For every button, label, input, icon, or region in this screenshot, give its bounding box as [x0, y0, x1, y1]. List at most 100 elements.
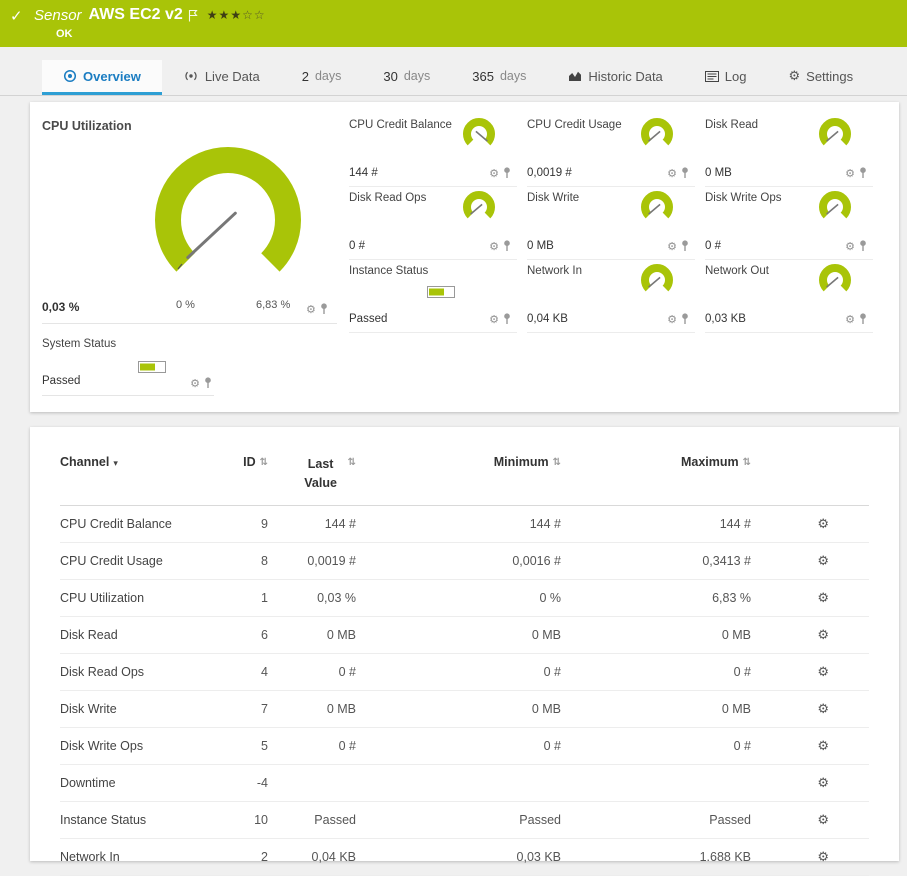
pin-icon[interactable]	[859, 167, 867, 179]
tab-365-days-number: 365	[472, 68, 494, 84]
stars-filled[interactable]: ★★★	[207, 8, 242, 22]
mini-gauge	[819, 264, 851, 292]
pin-icon[interactable]	[320, 303, 328, 315]
minimum-header-label: Minimum	[493, 455, 549, 469]
id-header-label: ID	[243, 455, 256, 469]
stars-empty[interactable]: ☆☆	[242, 8, 266, 22]
tab-30-days[interactable]: 30 days	[362, 60, 451, 95]
gear-icon[interactable]: ⚙	[845, 168, 855, 179]
channel-table-card: Channel ▾ ID ⇅ Last Value ⇅ Minimum ⇅ Ma…	[30, 427, 899, 876]
channel-settings-button[interactable]: ⚙	[817, 702, 829, 717]
gauge-visual	[813, 115, 857, 158]
minimum-cell: 144 #	[529, 516, 561, 531]
gear-icon[interactable]: ⚙	[667, 241, 677, 252]
gear-icon[interactable]: ⚙	[306, 304, 316, 315]
tab-365-days[interactable]: 365 days	[451, 60, 547, 95]
column-header-minimum[interactable]: Minimum ⇅	[356, 455, 561, 469]
id-cell: 7	[261, 701, 268, 716]
gear-icon[interactable]: ⚙	[845, 241, 855, 252]
gauge-tile: CPU Credit Usage 0,0019 # ⚙	[527, 114, 695, 187]
tab-2-days[interactable]: 2 days	[281, 60, 363, 95]
channel-cell: CPU Credit Usage	[60, 553, 163, 568]
sort-icon[interactable]: ⇅	[260, 457, 268, 468]
pin-icon[interactable]	[681, 313, 689, 325]
column-header-channel[interactable]: Channel ▾	[60, 455, 220, 469]
pin-icon[interactable]	[859, 313, 867, 325]
sort-icon[interactable]: ⇅	[553, 457, 561, 468]
gauge-visual	[635, 115, 679, 158]
channel-settings-button[interactable]: ⚙	[817, 554, 829, 569]
id-cell: 10	[254, 812, 268, 827]
column-header-id[interactable]: ID ⇅	[220, 455, 268, 469]
table-row: Disk Read Ops 4 0 # 0 # 0 # ⚙	[60, 654, 869, 691]
gear-icon[interactable]: ⚙	[489, 241, 499, 252]
sensor-rating-stars[interactable]: ★★★☆☆	[207, 8, 266, 22]
maximum-cell: 1.688 KB	[699, 849, 751, 864]
pin-icon[interactable]	[859, 240, 867, 252]
tab-settings[interactable]: ⚙ Settings	[768, 60, 875, 95]
sort-icon[interactable]: ⇅	[743, 457, 751, 468]
channel-cell: Disk Read Ops	[60, 664, 145, 679]
id-cell: 9	[261, 516, 268, 531]
gauge-tile: Instance Status Passed ⚙	[349, 260, 517, 333]
id-cell: -4	[256, 775, 268, 790]
gear-icon[interactable]: ⚙	[667, 314, 677, 325]
sensor-title: AWS EC2 v2	[88, 6, 183, 23]
tab-overview[interactable]: Overview	[42, 60, 162, 95]
pin-icon[interactable]	[503, 240, 511, 252]
tab-live-data[interactable]: Live Data	[162, 60, 281, 95]
pin-icon[interactable]	[204, 377, 212, 389]
column-header-maximum[interactable]: Maximum ⇅	[561, 455, 751, 469]
gauge-visual	[635, 188, 679, 231]
table-row: CPU Credit Usage 8 0,0019 # 0,0016 # 0,3…	[60, 543, 869, 580]
status-indicator	[427, 286, 455, 298]
gauge-value: Passed	[349, 313, 388, 325]
channel-settings-button[interactable]: ⚙	[817, 776, 829, 791]
gear-icon[interactable]: ⚙	[845, 314, 855, 325]
pin-icon[interactable]	[503, 167, 511, 179]
channel-settings-button[interactable]: ⚙	[817, 591, 829, 606]
channel-settings-button[interactable]: ⚙	[817, 739, 829, 754]
last-value-cell: 0 #	[338, 664, 356, 679]
sensor-header: ✓ Sensor AWS EC2 v2 ★★★☆☆ OK	[0, 0, 907, 47]
last-value-cell: 0,0019 #	[307, 553, 356, 568]
tab-30-days-unit: days	[403, 69, 431, 83]
channel-settings-button[interactable]: ⚙	[817, 628, 829, 643]
minimum-cell: 0 #	[543, 738, 561, 753]
gear-icon[interactable]: ⚙	[489, 168, 499, 179]
channel-settings-button[interactable]: ⚙	[817, 665, 829, 680]
sensor-tabbar: Overview Live Data 2 days 30 days 365 da…	[0, 60, 907, 96]
gauge-value: 0 MB	[527, 240, 554, 252]
sensor-ok-check-icon: ✓	[10, 7, 23, 25]
gauge-title: Instance Status	[349, 265, 429, 277]
cpu-utilization-gauge	[155, 146, 301, 272]
gear-icon[interactable]: ⚙	[190, 378, 200, 389]
mini-gauge	[641, 264, 673, 292]
minimum-cell: Passed	[519, 812, 561, 827]
sort-caret-icon[interactable]: ▾	[113, 459, 118, 469]
channel-settings-button[interactable]: ⚙	[817, 813, 829, 828]
table-row: Disk Read 6 0 MB 0 MB 0 MB ⚙	[60, 617, 869, 654]
sort-icon[interactable]: ⇅	[348, 457, 356, 468]
maximum-cell: 6,83 %	[712, 590, 751, 605]
flag-icon[interactable]	[188, 9, 198, 22]
gauge-visual	[813, 188, 857, 231]
channel-settings-button[interactable]: ⚙	[817, 517, 829, 532]
tab-log[interactable]: Log	[684, 60, 768, 95]
tab-log-label: Log	[724, 68, 747, 84]
tab-settings-label: Settings	[806, 68, 854, 84]
pin-icon[interactable]	[503, 313, 511, 325]
channel-settings-button[interactable]: ⚙	[817, 850, 829, 865]
gear-icon[interactable]: ⚙	[667, 168, 677, 179]
mini-gauge	[819, 118, 851, 146]
column-header-last-value[interactable]: Last Value ⇅	[268, 455, 356, 493]
id-cell: 2	[261, 849, 268, 864]
gauge-tile: Disk Write Ops 0 # ⚙	[705, 187, 873, 260]
tab-historic-data[interactable]: Historic Data	[547, 60, 683, 95]
pin-icon[interactable]	[681, 240, 689, 252]
gear-icon[interactable]: ⚙	[489, 314, 499, 325]
minimum-cell: 0 MB	[531, 627, 561, 642]
gauge-value: 0 #	[705, 240, 721, 252]
tab-historic-data-label: Historic Data	[588, 68, 663, 84]
pin-icon[interactable]	[681, 167, 689, 179]
